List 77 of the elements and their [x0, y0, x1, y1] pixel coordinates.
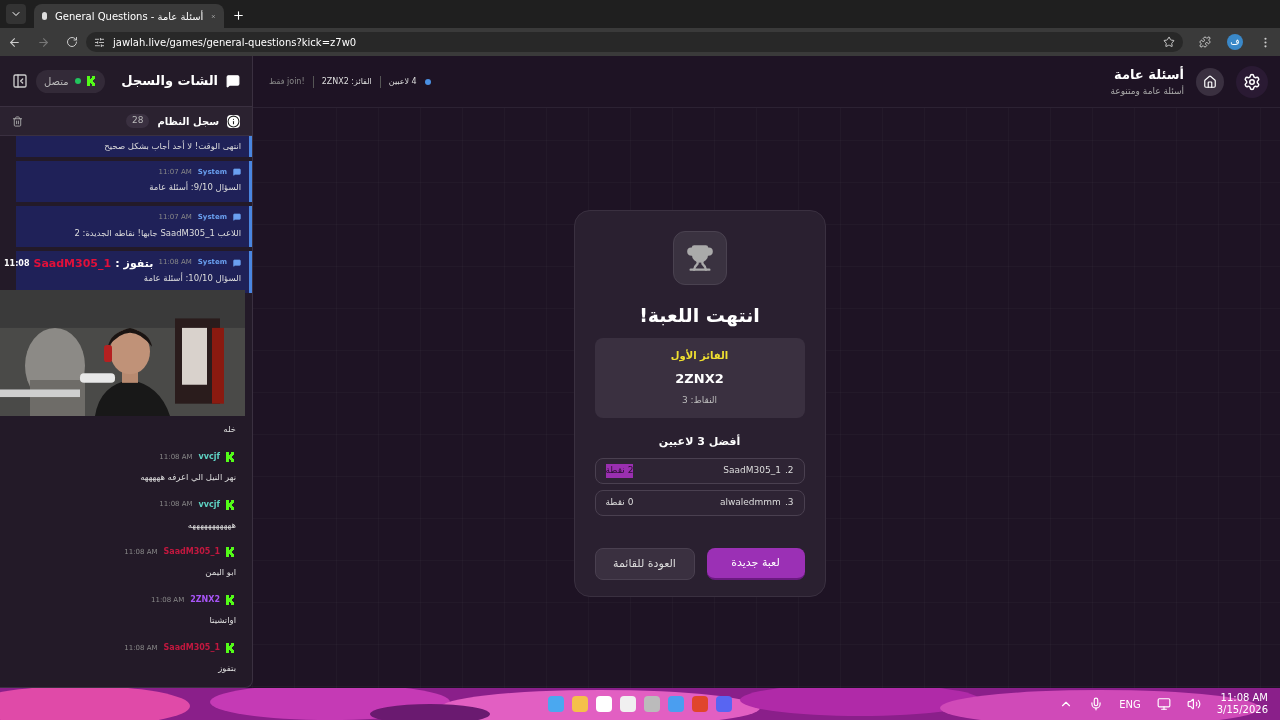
log-title: سجل النظام [157, 114, 219, 129]
browser-tab[interactable]: General Questions - أسئلة عامة [34, 4, 224, 28]
site-info-icon[interactable] [94, 36, 105, 48]
microphone-icon[interactable] [1089, 697, 1104, 711]
chat-message: بتفوز [217, 661, 236, 675]
overlay-message: بتفوز [123, 256, 154, 272]
bookmark-icon[interactable] [1163, 36, 1175, 48]
back-to-list-button[interactable]: العودة للقائمة [594, 548, 695, 580]
kick-logo-icon [86, 76, 97, 86]
trophy-icon [685, 244, 714, 272]
collapse-panel-icon[interactable] [12, 73, 28, 89]
result-title: انتهت اللعبة! [639, 303, 760, 329]
winner-label: الفائز: 2ZNX2 [321, 75, 372, 88]
winner-heading: الفائز الأول [670, 348, 729, 363]
settings-button[interactable] [1236, 65, 1268, 98]
system-icon [233, 213, 241, 222]
message-text: اللاعب SaadM305_1 جابها! نقاطه الجديدة: 2 [73, 226, 241, 240]
game-title: أسئلة عامة [1113, 65, 1184, 84]
overlay-time: 11:08 [4, 258, 30, 271]
home-icon [1203, 74, 1217, 89]
settings-icon [1243, 72, 1261, 91]
clear-log-icon[interactable] [12, 115, 23, 127]
player-rank: 2. [784, 464, 794, 478]
kick-logo-icon [226, 499, 236, 510]
connection-status: متصل [36, 69, 105, 93]
top-players-title: أفضل 3 لاعبين [658, 433, 741, 450]
system-icon [233, 168, 241, 176]
message-text: انتهى الوقت! لا أحد أجاب بشكل صحيح [103, 140, 241, 153]
language-indicator[interactable]: ENG [1119, 696, 1141, 712]
overlay-separator: : [115, 256, 120, 272]
address-bar[interactable]: jawlah.live/games/general-questions?kick=z7w0 [86, 32, 1183, 52]
player-name: alwaledmmm [719, 496, 781, 510]
favicon-icon [42, 12, 48, 20]
player-name: SaadM305_1 [723, 464, 781, 478]
chat-author: 2ZNX2 [190, 594, 220, 606]
speaker-icon[interactable] [1186, 697, 1201, 711]
tab-menu-button[interactable] [6, 4, 26, 24]
chat-message: هههههههههههه [186, 518, 236, 532]
new-game-button[interactable]: لعبة جديدة [706, 548, 805, 580]
new-tab-icon[interactable] [232, 9, 245, 22]
message-text: السؤال 9/10: أسئلة عامة [148, 181, 241, 194]
chat-message: نهر النيل الي اعرفه هههههه [139, 470, 236, 484]
extensions-icon[interactable] [1199, 36, 1211, 48]
chat-author: SaadM305_1 [163, 546, 220, 559]
chat-icon [226, 74, 240, 88]
tab-title: General Questions - أسئلة عامة [55, 9, 204, 24]
panel-title: الشات والسجل [121, 72, 218, 91]
kick-logo-icon [226, 642, 236, 653]
game-subtitle: أسئلة عامة ومتنوعة [1110, 84, 1184, 98]
chat-message: اواتشيتا [208, 614, 236, 627]
home-button[interactable] [1196, 67, 1224, 96]
log-count: 28 [126, 114, 150, 128]
reload-icon[interactable] [66, 36, 78, 48]
player-points: 2 نقطة [605, 464, 634, 478]
clock[interactable]: 11:08 AM 3/15/2026 [1216, 691, 1268, 717]
info-icon [227, 114, 240, 128]
monitor-icon[interactable] [1156, 697, 1171, 711]
player-points: 0 نقطة [605, 496, 634, 510]
kick-logo-icon [226, 451, 236, 462]
chat-author: vvcjf [198, 450, 220, 463]
winner-points: النقاط: 3 [681, 394, 718, 407]
kick-logo-icon [226, 595, 236, 605]
back-icon[interactable] [8, 35, 21, 49]
chat-message: ابو اليمن [204, 566, 236, 579]
join-hint: !join فقط [269, 75, 305, 88]
player-count: 4 لاعبين [388, 75, 417, 88]
overlay-username: SaadM305_1 [33, 256, 112, 272]
chat-author: SaadM305_1 [163, 641, 220, 654]
profile-avatar[interactable]: ف [1227, 34, 1243, 50]
message-text: السؤال 10/10: أسئلة عامة [142, 271, 241, 285]
system-icon [233, 258, 241, 267]
forward-icon[interactable] [37, 35, 50, 49]
kick-logo-icon [226, 547, 236, 558]
chat-message: خله [222, 423, 236, 436]
chat-author: vvcjf [198, 498, 220, 511]
player-rank: 3. [784, 496, 794, 510]
winner-name: 2ZNX2 [675, 369, 724, 388]
